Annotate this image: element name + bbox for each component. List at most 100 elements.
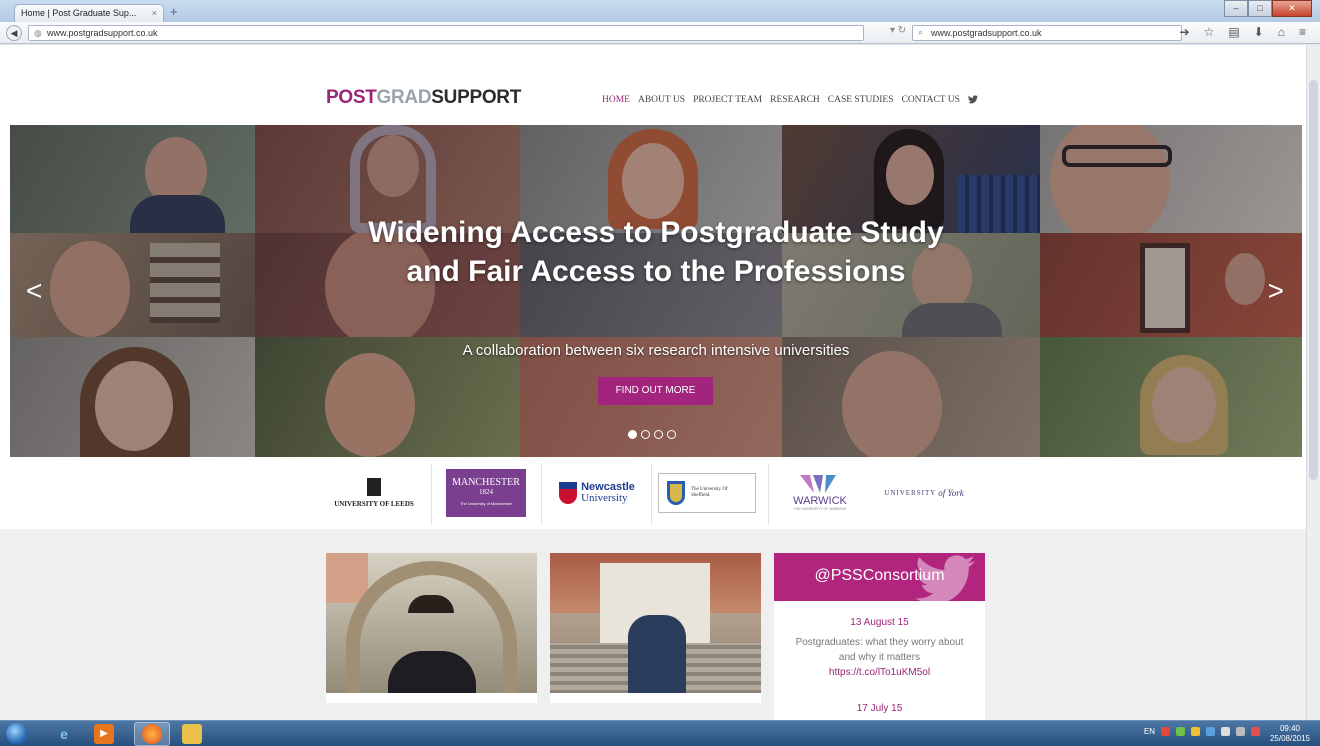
partner-sub: University [581,492,628,504]
nav-project-team[interactable]: PROJECT TEAM [693,95,762,107]
divider [768,463,769,525]
case-study-card-1[interactable] [326,553,537,703]
hero-carousel: Widening Access to Postgraduate Study an… [10,125,1302,457]
divider [541,463,542,525]
maximize-button[interactable]: □ [1248,0,1272,17]
nav-research[interactable]: RESEARCH [770,95,820,107]
twitter-icon[interactable] [967,95,978,107]
partner-name: MANCHESTER [452,477,520,488]
partner-name: UNIVERSITY OF LEEDS [334,500,414,508]
carousel-dot-4[interactable] [667,430,676,439]
divider [651,463,652,525]
partner-sub: of York [938,488,964,498]
search-icon: ⌕ [918,27,924,37]
carousel-prev-arrow[interactable]: < [26,275,42,307]
tray-icon[interactable] [1206,727,1215,736]
tray-icon[interactable] [1176,727,1185,736]
hero-subtitle: A collaboration between six research int… [462,342,850,359]
reading-list-icon[interactable]: ▤ [1228,25,1239,39]
start-button[interactable] [6,723,28,745]
card-footer [550,693,761,703]
twitter-feed-header[interactable]: @PSSConsortium [774,553,985,601]
menu-icon[interactable]: ≡ [1299,25,1306,39]
site-identity-icon[interactable]: ◍ [34,28,42,39]
tab-title: Home | Post Graduate Sup... [21,8,137,18]
tab-close-icon[interactable]: × [152,8,157,18]
hero-title: Widening Access to Postgraduate Study an… [368,216,944,288]
partner-logo-leeds[interactable]: UNIVERSITY OF LEEDS [326,465,422,521]
newcastle-crest-icon [559,482,578,504]
carousel-indicators [628,430,676,439]
file-explorer-icon[interactable] [182,724,202,744]
tray-icon[interactable] [1161,727,1170,736]
system-clock[interactable]: 09:40 25/08/2015 [1270,724,1310,744]
nav-home[interactable]: HOME [602,95,630,107]
new-tab-button[interactable]: + [170,4,178,19]
content-section: @PSSConsortium 13 August 15 Postgraduate… [0,529,1306,720]
partner-name: The University Of Sheffield. [691,487,728,498]
logo-part-post: POST [326,87,377,108]
partner-name: UNIVERSITY [884,489,937,497]
carousel-dot-2[interactable] [641,430,650,439]
search-bar-text: www.postgradsupport.co.uk [931,28,1042,38]
tweet-text: Postgraduates: what they worry about and… [794,635,965,680]
partner-sub: THE UNIVERSITY OF WARWICK [793,507,847,511]
address-bar-url: www.postgradsupport.co.uk [47,28,158,38]
main-nav: HOME ABOUT US PROJECT TEAM RESEARCH CASE… [602,95,978,107]
window-controls: – □ ✕ [1224,0,1312,17]
partner-logo-manchester[interactable]: MANCHESTER 1824 The University of Manche… [446,465,526,521]
partner-logo-warwick[interactable]: WARWICK THE UNIVERSITY OF WARWICK [782,465,858,521]
share-icon[interactable]: ➔ [1180,25,1190,39]
hero-overlay [10,125,1302,457]
address-bar[interactable]: ◍ www.postgradsupport.co.uk [28,25,864,41]
scrollbar-thumb[interactable] [1309,80,1318,480]
browser-tab[interactable]: Home | Post Graduate Sup... × [14,4,164,22]
nav-contact-us[interactable]: CONTACT US [901,95,959,107]
nav-about-us[interactable]: ABOUT US [638,95,685,107]
language-indicator[interactable]: EN [1144,727,1155,736]
site-logo[interactable]: POSTGRADSUPPORT [326,87,521,109]
partner-sub: The University of Manchester [459,501,513,506]
carousel-dot-1[interactable] [628,430,637,439]
reload-icon[interactable]: ▾ ↻ [890,25,906,36]
leeds-crest-icon [367,478,381,496]
volume-icon[interactable] [1236,727,1245,736]
bookmark-star-icon[interactable]: ☆ [1204,25,1215,39]
firefox-icon[interactable] [142,724,162,744]
web-page: POSTGRADSUPPORT HOME ABOUT US PROJECT TE… [0,45,1320,720]
back-button[interactable]: ◀ [6,25,22,41]
download-icon[interactable]: ⬇ [1254,25,1264,39]
browser-toolbar: ➔ ☆ ▤ ⬇ ⌂ ≡ [1180,25,1307,39]
case-study-card-2[interactable] [550,553,761,703]
partner-logo-newcastle[interactable]: Newcastle University [555,465,639,521]
site-header: POSTGRADSUPPORT HOME ABOUT US PROJECT TE… [0,45,1306,123]
network-icon[interactable] [1221,727,1230,736]
carousel-next-arrow[interactable]: > [1268,275,1284,307]
warwick-mark-icon [800,475,836,493]
windows-taskbar: e ▶ EN 09:40 25/08/2015 [0,720,1320,746]
minimize-button[interactable]: – [1224,0,1248,17]
home-icon[interactable]: ⌂ [1278,25,1285,39]
tweet-body: Postgraduates: what they worry about and… [795,637,964,663]
find-out-more-button[interactable]: FIND OUT MORE [598,377,713,405]
close-window-button[interactable]: ✕ [1272,0,1312,17]
clock-time: 09:40 [1279,724,1300,733]
tray-icon[interactable] [1191,727,1200,736]
tweet-link[interactable]: https://t.co/lTo1uKM5ol [829,667,930,678]
browser-tab-bar: Home | Post Graduate Sup... × + – □ ✕ [0,0,1320,22]
nav-case-studies[interactable]: CASE STUDIES [828,95,894,107]
internet-explorer-icon[interactable]: e [54,724,74,744]
twitter-bird-icon [915,555,975,601]
logo-part-grad: GRAD [376,87,432,108]
logo-part-support: SUPPORT [431,87,522,108]
carousel-dot-3[interactable] [654,430,663,439]
divider [431,463,432,525]
search-bar[interactable]: ⌕ www.postgradsupport.co.uk [912,25,1182,41]
partner-logo-sheffield[interactable]: The University Of Sheffield. [658,465,756,521]
partner-year: 1824 [479,488,493,496]
partner-logo-york[interactable]: UNIVERSITY of York [874,465,974,521]
tray-icon[interactable] [1251,727,1260,736]
card-footer [326,693,537,703]
page-scrollbar[interactable] [1306,45,1320,720]
media-player-icon[interactable]: ▶ [94,724,114,744]
